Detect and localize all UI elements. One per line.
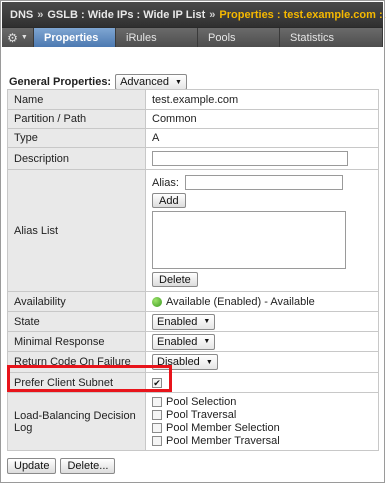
gear-icon: ⚙ [7,30,18,45]
configuration-mode-select[interactable]: Advanced ▼ [115,74,187,90]
breadcrumb-separator: » [37,8,44,21]
properties-table: Name test.example.com Partition / Path C… [7,89,379,451]
general-properties-label: General Properties: [9,76,112,88]
pool-selection-checkbox[interactable] [152,396,162,407]
pool-member-traversal-checkbox[interactable] [152,435,162,446]
tab-bar: ⚙ ▼ Properties iRules Pools Statistics [2,27,383,47]
form-actions: Update Delete... [7,458,116,474]
alias-input[interactable] [184,175,343,190]
gear-menu-button[interactable]: ⚙ ▼ [2,28,34,47]
breadcrumb-dns[interactable]: DNS [10,9,33,21]
name-label: Name [7,89,146,110]
partition-label: Partition / Path [7,109,146,129]
prefer-client-subnet-checkbox[interactable]: ✔ [152,377,162,388]
name-value: test.example.com [145,89,379,110]
type-value: A [145,128,379,148]
tab-properties[interactable]: Properties [34,28,116,47]
chevron-down-icon: ▼ [175,78,182,86]
return-code-select[interactable]: Disabled ▼ [152,354,218,370]
state-select[interactable]: Enabled ▼ [152,313,216,330]
table-row: Alias List Alias: Add Delete [7,169,379,292]
chevron-down-icon: ▼ [20,34,28,41]
breadcrumb: DNS » GSLB : Wide IPs : Wide IP List » P… [2,2,386,27]
return-code-label: Return Code On Failure [7,351,146,373]
lb-log-option[interactable]: Pool Traversal [152,409,378,422]
minimal-response-select[interactable]: Enabled ▼ [152,333,216,350]
table-row: Minimal Response Enabled ▼ [7,331,379,352]
update-button[interactable]: Update [7,458,57,474]
table-row: Description [7,147,379,170]
status-available-icon [152,296,162,307]
table-row: Prefer Client Subnet ✔ [7,372,379,393]
tab-statistics[interactable]: Statistics [280,28,383,47]
alias-add-button[interactable]: Add [152,193,186,208]
alias-list-box[interactable] [152,211,346,269]
chevron-down-icon: ▼ [203,338,211,345]
configuration-mode-value: Advanced [120,76,170,88]
tab-irules[interactable]: iRules [116,28,198,47]
lb-log-option[interactable]: Pool Member Selection [152,422,378,435]
chevron-down-icon: ▼ [205,358,213,366]
description-input[interactable] [152,151,348,166]
delete-button[interactable]: Delete... [60,458,116,474]
return-code-value: Disabled [157,356,200,368]
state-value: Enabled [157,315,198,328]
alias-list-label: Alias List [7,169,146,292]
partition-value: Common [145,109,379,129]
table-row: Return Code On Failure Disabled ▼ [7,351,379,373]
state-label: State [7,311,146,332]
checkmark-icon: ✔ [153,377,161,388]
availability-label: Availability [7,291,146,312]
lb-log-option[interactable]: Pool Member Traversal [152,435,378,448]
table-row: Load-Balancing Decision Log Pool Selecti… [7,392,379,451]
availability-value: Available (Enabled) - Available [166,295,315,308]
lb-log-option-label: Pool Member Selection [166,421,280,434]
table-row: Partition / Path Common [7,109,379,129]
tab-pools[interactable]: Pools [198,28,280,47]
breadcrumb-wide-ip-list[interactable]: GSLB : Wide IPs : Wide IP List [47,9,205,21]
lb-log-option-label: Pool Selection [166,395,237,408]
general-properties-header: General Properties: Advanced ▼ [9,74,187,90]
table-row: State Enabled ▼ [7,311,379,332]
breadcrumb-current: Properties : test.example.com : A [219,8,386,21]
pool-member-selection-checkbox[interactable] [152,422,162,433]
table-row: Name test.example.com [7,89,379,110]
lb-log-option[interactable]: Pool Selection [152,396,378,409]
minimal-response-label: Minimal Response [7,331,146,352]
lb-log-option-label: Pool Member Traversal [166,434,280,447]
pool-traversal-checkbox[interactable] [152,409,162,420]
prefer-client-subnet-label: Prefer Client Subnet [7,372,146,393]
lb-log-option-label: Pool Traversal [166,408,237,421]
minimal-response-value: Enabled [157,335,198,348]
alias-field-label: Alias: [152,176,179,189]
table-row: Availability Available (Enabled) - Avail… [7,291,379,312]
breadcrumb-separator: » [209,8,216,21]
lb-decision-log-label: Load-Balancing Decision Log [7,392,146,451]
type-label: Type [7,128,146,148]
chevron-down-icon: ▼ [203,318,211,325]
description-label: Description [7,147,146,170]
table-row: Type A [7,128,379,148]
alias-delete-button[interactable]: Delete [152,272,198,287]
